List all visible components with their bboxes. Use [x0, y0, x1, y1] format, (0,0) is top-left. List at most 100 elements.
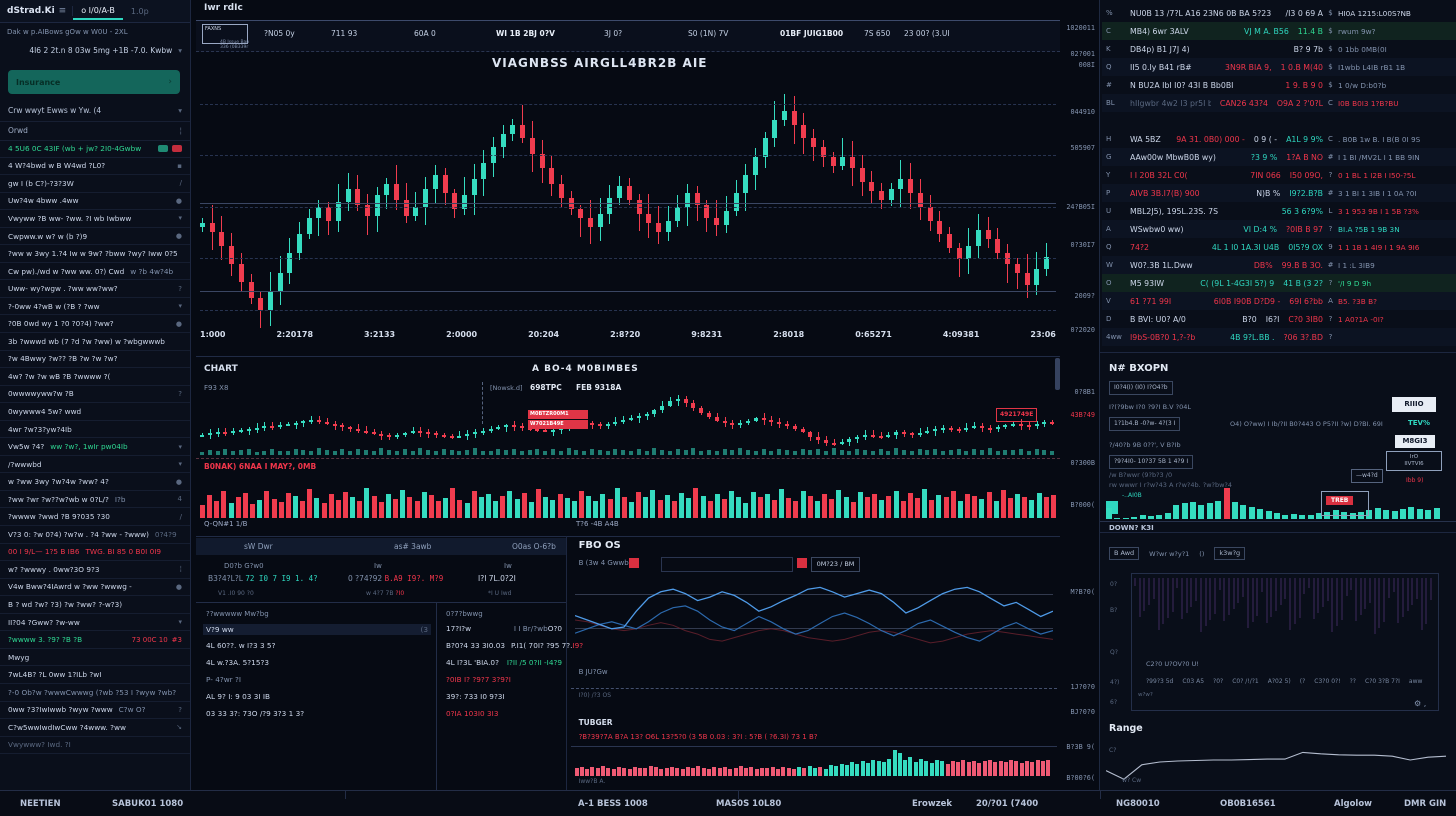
stats-row[interactable]: 17?I?wI I Br/?wbO?0	[446, 624, 562, 633]
oscillator-histogram[interactable]	[575, 750, 1053, 776]
sidebar-item[interactable]: 3b ?wwwd wb (7 ?d ?w ?ww) w ?wbgwwwb	[0, 333, 190, 351]
sidebar-item[interactable]: w? ?wwwy . 0ww?3O 9?3¦	[0, 561, 190, 579]
candlestick-chart[interactable]	[200, 88, 1056, 328]
outline-chip[interactable]: —w4?d	[1351, 469, 1383, 483]
quote-row[interactable]: CMB4) 6wr 3ALVVJ M A. B5611.4 B$rwum 9w?	[1102, 22, 1456, 40]
insurance-pill-button[interactable]: Insurance ›	[8, 70, 180, 94]
sidebar-item[interactable]: gw I (b C?)-?3?3W/	[0, 175, 190, 193]
status-bar-item[interactable]: Algolow	[1334, 799, 1372, 809]
quote-row[interactable]: QII5 0.Iy B41 rB#3N9R BIA 9,1 0.B M(40$I…	[1102, 58, 1456, 76]
status-bar-item[interactable]: OB0B16561	[1220, 799, 1276, 809]
scrollbar-thumb[interactable]	[1055, 358, 1060, 390]
sidebar-item[interactable]: Cw pw)./wd w ?ww ww. 0?) Cwdw ?b 4w?4b	[0, 263, 190, 281]
stats-row[interactable]: V?9 ww(3	[203, 624, 431, 635]
filter-chip[interactable]: I0?4(I) (I0) I?O4?b	[1109, 381, 1173, 395]
mode-chip[interactable]: 0M?23 / BM	[811, 557, 861, 572]
stats-row[interactable]: P- 4?wr ?I	[206, 675, 428, 684]
stats-row[interactable]: AL 9? I: 9 03 3I IB	[206, 692, 428, 701]
stats-row[interactable]: ?0IB I? ?9?7 3?9?I	[446, 675, 562, 684]
sidebar-item[interactable]: Mwyg	[0, 649, 190, 667]
quote-row[interactable]: V61 ?71 99I6I0B I90B D?D9 -69I 6?bbAB5. …	[1102, 292, 1456, 310]
status-bar-item[interactable]: SABUK01 1080	[112, 799, 183, 809]
sidebar-item[interactable]: C?w5wwIwdIwCww ?4www. ?ww↘	[0, 719, 190, 737]
quote-row[interactable]: YI I 20B 32L C0(7IN 066I50 09O,?0 1 BL 1…	[1102, 166, 1456, 184]
stats-row[interactable]: 4L w.?3A. 5?15?3	[206, 658, 428, 667]
tab-active[interactable]: o I/0/A-B	[73, 2, 123, 20]
sidebar-item[interactable]: Vwyww ?B ww- ?ww. ?I wb Iwbww▾	[0, 210, 190, 228]
volume-histogram[interactable]	[200, 480, 1056, 518]
depth-histogram[interactable]	[1106, 483, 1442, 519]
stats-row[interactable]: 39?: 733 I0 9?3I	[446, 692, 562, 701]
status-bar-item[interactable]: DMR GIN	[1404, 799, 1446, 809]
filter-chip[interactable]: ?9?4I0- 10?37 5B 1 4?9 I	[1109, 455, 1193, 469]
sidebar-item[interactable]: V4w Bww?4IAwrd w ?ww ?wwwg -●	[0, 579, 190, 597]
quote-row[interactable]: BLhIIgwbr 4w2 I3 pr5I bwr L4rCAN26 43?4O…	[1102, 94, 1456, 112]
menu-icon[interactable]: ≡	[59, 6, 74, 16]
tab-zoom[interactable]: 1.0p	[123, 3, 157, 19]
sidebar-item[interactable]: ?wwww ?wwd ?B 9?035 ?30/	[0, 508, 190, 526]
status-bar-item[interactable]: NG80010	[1116, 799, 1160, 809]
value-box[interactable]: M8GI3	[1395, 435, 1435, 448]
stats-row[interactable]: 4L I?3L 'BIA.0?I?II /5 0?II -I4?9	[446, 658, 562, 667]
oscillator-line-chart[interactable]	[575, 576, 1053, 664]
status-bar-item[interactable]: NEETIEN	[20, 799, 61, 809]
sidebar-item[interactable]: Uww- wy?wgw . ?ww ww?ww??	[0, 280, 190, 298]
mini-candlestick-chart[interactable]	[200, 394, 1056, 452]
status-bar-item[interactable]: 20/?01 (7400	[976, 799, 1038, 809]
quote-row[interactable]: HWA 5BZ9A 31. 0B0) 000 -0 9 ( -A1L 9 9%C…	[1102, 130, 1456, 148]
sidebar-item[interactable]: /?wwwbd▾	[0, 456, 190, 474]
sidebar-row-filter[interactable]: Crw wwyt Ewws w Yw. (4 ▾	[0, 100, 190, 122]
toolbar-chip[interactable]: k3w?g	[1214, 547, 1245, 560]
sidebar-item[interactable]: Vwywww? Iwd. ?I	[0, 737, 190, 754]
stats-row[interactable]: B?0?4 33 3I0.03P.I1( 70I? ?95 7?.I9?	[446, 641, 562, 650]
alert-badge[interactable]: TREB	[1326, 496, 1353, 505]
sidebar-item[interactable]: 4wr ?w?3?yw?4Ib	[0, 421, 190, 439]
sidebar-item[interactable]: 4w? ?w ?w wB ?B ?wwww ?(	[0, 368, 190, 386]
status-bar-item[interactable]: A-1 BESS 1008	[578, 799, 648, 809]
sidebar-item[interactable]: ?ww w 3wy 1.?4 Iw w 9w? ?bww ?wy? Iww 0?…	[0, 245, 190, 263]
range-line-chart[interactable]	[1106, 737, 1446, 785]
sidebar-item[interactable]: B ? wd ?w? ?3) ?w ?ww? ?-w?3)	[0, 596, 190, 614]
status-bar-item[interactable]: MAS0S 10L80	[716, 799, 781, 809]
quote-row[interactable]: KDB4p) B1 J7J 4)B? 9 7b$0 1bb 0MB(0I	[1102, 40, 1456, 58]
sidebar-item[interactable]: 0wywww4 5w? wwd	[0, 403, 190, 421]
red-checkbox-icon[interactable]	[797, 558, 807, 568]
sidebar-item[interactable]: Vw5w ?4? ww ?w?, 1wIr pw04Ib▾	[0, 438, 190, 456]
red-checkbox-icon[interactable]	[629, 558, 639, 568]
stats-row[interactable]: 0?IA 103I0 3I3	[446, 709, 562, 718]
sidebar-item[interactable]: 0ww ?3?IwIwwb ?wyw ?wwwC?w O??	[0, 702, 190, 720]
status-bar-item[interactable]: Erowzek	[912, 799, 952, 809]
detail-chart-frame[interactable]: C2?0 U?OV?0 U! ?99?3 5dC03 A5?0?C0? /!/?…	[1131, 573, 1439, 711]
quote-row[interactable]: Q74?24L 1 I0 1A.3I U4B0I5?9 OX91 1 1B 1 …	[1102, 238, 1456, 256]
sidebar-item[interactable]: ?-0 Ob?w ?wwwCwwwg (?wb ?53 I ?wyw ?wb? …	[0, 684, 190, 702]
quote-row[interactable]: DB BVI: U0? A/0B?0I6?IC?0 3IB0?1 A0?1A -…	[1102, 310, 1456, 328]
sidebar-item[interactable]: ?wwww 3. ?9? ?B ?B73 00C 10#3	[0, 631, 190, 649]
chevron-down-icon[interactable]: ▾	[178, 46, 182, 55]
quote-row[interactable]: AWSwbw0 ww)VI D:4 %?0IB B 97?BI.A ?5B 1 …	[1102, 220, 1456, 238]
sidebar-item[interactable]: 4 5U6 0C 43IF (wb + jw? 2I0-4Gwbw	[0, 140, 190, 158]
quote-row[interactable]: GAAw00w MbwB0B wy)?3 9 %1?A B NO#I 1 BI …	[1102, 148, 1456, 166]
stats-row[interactable]: 03 33 3?: 73O /?9 3?3 1 3?	[206, 709, 428, 718]
sidebar-item[interactable]: V?3 0: ?w 0?4) ?w?w . ?4 ?ww - ?www)0?4?…	[0, 526, 190, 544]
sidebar-item[interactable]: ?0B 0wd wy 1 ?0 ?0?4) ?ww?●	[0, 315, 190, 333]
sidebar-item[interactable]: II?04 ?Gww? ?w-ww▾	[0, 614, 190, 632]
quote-row[interactable]: #N BU2A IbI I0? 43I B Bb0BI1 9. B 9 0$1 …	[1102, 76, 1456, 94]
gear-icon[interactable]: ⚙ ,	[1414, 699, 1426, 708]
sidebar-item[interactable]: 00 I 9/L— 1?5 B IB6 TWG. BI 85 0 B0I 0I9	[0, 544, 190, 562]
osc-input-field[interactable]	[661, 557, 793, 572]
value-box[interactable]: RIIIO	[1392, 397, 1436, 412]
quote-row[interactable]: %NU0B 13 /7?L A16 23N6 0B BA 5?23/I3 0 6…	[1102, 4, 1456, 22]
sidebar-item[interactable]: ?w 4Bwwy ?w?? ?B ?w ?w ?w?	[0, 351, 190, 369]
sidebar-row-orders[interactable]: Orwd ¦	[0, 121, 190, 141]
sidebar-item[interactable]: w ?ww 3wy ?w?4w ?ww? 4?●	[0, 473, 190, 491]
sidebar-item[interactable]: Cwpww.w w? w (b ?)9●	[0, 228, 190, 246]
sidebar-item[interactable]: Uw?4w 4bww .4ww●	[0, 193, 190, 211]
sidebar-item[interactable]: ?ww ?wr ?w??w?wb w 0?L/?I?b4	[0, 491, 190, 509]
quote-row[interactable]: 4wwI9bS-0B?0 1,?-?b4B 9?L.BB .?06 3?.BD?	[1102, 328, 1456, 346]
toolbar-chip[interactable]: B Awd	[1109, 547, 1139, 560]
sidebar-item[interactable]: 7wL4B? ?L 0ww 1?ILb ?wI	[0, 666, 190, 684]
quote-row[interactable]: PAIVB 3B.I7(B) 900N)B %I9?2.B?B#3 1 BI 1…	[1102, 184, 1456, 202]
quote-row[interactable]: WW0?.3B 1L.DwwDB%99.B B 3O.#I 1 :L 3IB9	[1102, 256, 1456, 274]
sidebar-item[interactable]: 4 W?4bwd w B W4wd ?L0?▪	[0, 158, 190, 176]
quote-row[interactable]: OM5 93IWC( (9L 1-4G3I 5?) 941 B (3 2??'/…	[1102, 274, 1456, 292]
